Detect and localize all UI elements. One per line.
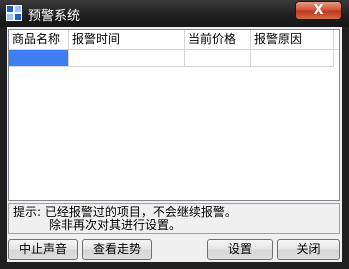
client-area: 商品名称 报警时间 当前价格 报警原因 提示: 已经报警过的项目，不会继续报警。…: [7, 27, 342, 262]
hint-text-line2: 除非再次对其进行设置。: [49, 218, 182, 232]
window-close-button[interactable]: X: [295, 1, 342, 20]
table-cell-current-price[interactable]: [185, 50, 251, 67]
settings-button[interactable]: 设置: [207, 239, 273, 260]
app-window-icon[interactable]: [6, 5, 22, 21]
column-header-current-price[interactable]: 当前价格: [185, 30, 251, 49]
stop-sound-button[interactable]: 中止声音: [8, 239, 78, 260]
table-cell-product-name[interactable]: [9, 50, 69, 67]
view-trend-button[interactable]: 查看走势: [82, 239, 152, 260]
table-cell-alert-time[interactable]: [69, 50, 185, 67]
list-header: 商品名称 报警时间 当前价格 报警原因: [9, 30, 339, 50]
alert-system-window: 预警系统 X 商品名称 报警时间 当前价格 报警原因 提示: 已经报警过的项目，…: [0, 0, 349, 269]
column-header-alert-time[interactable]: 报警时间: [69, 30, 185, 49]
hint-box: 提示: 已经报警过的项目，不会继续报警。 除非再次对其进行设置。: [8, 203, 340, 234]
close-icon[interactable]: X: [296, 2, 341, 19]
table-row[interactable]: [9, 50, 339, 67]
table-cell-alert-reason[interactable]: [251, 50, 334, 67]
column-header-product-name[interactable]: 商品名称: [9, 30, 69, 49]
column-header-alert-reason[interactable]: 报警原因: [251, 30, 334, 49]
title-bar[interactable]: 预警系统 X: [0, 0, 349, 27]
alert-list[interactable]: 商品名称 报警时间 当前价格 报警原因: [8, 29, 340, 201]
close-button[interactable]: 关闭: [277, 239, 340, 260]
window-title: 预警系统: [28, 9, 81, 24]
